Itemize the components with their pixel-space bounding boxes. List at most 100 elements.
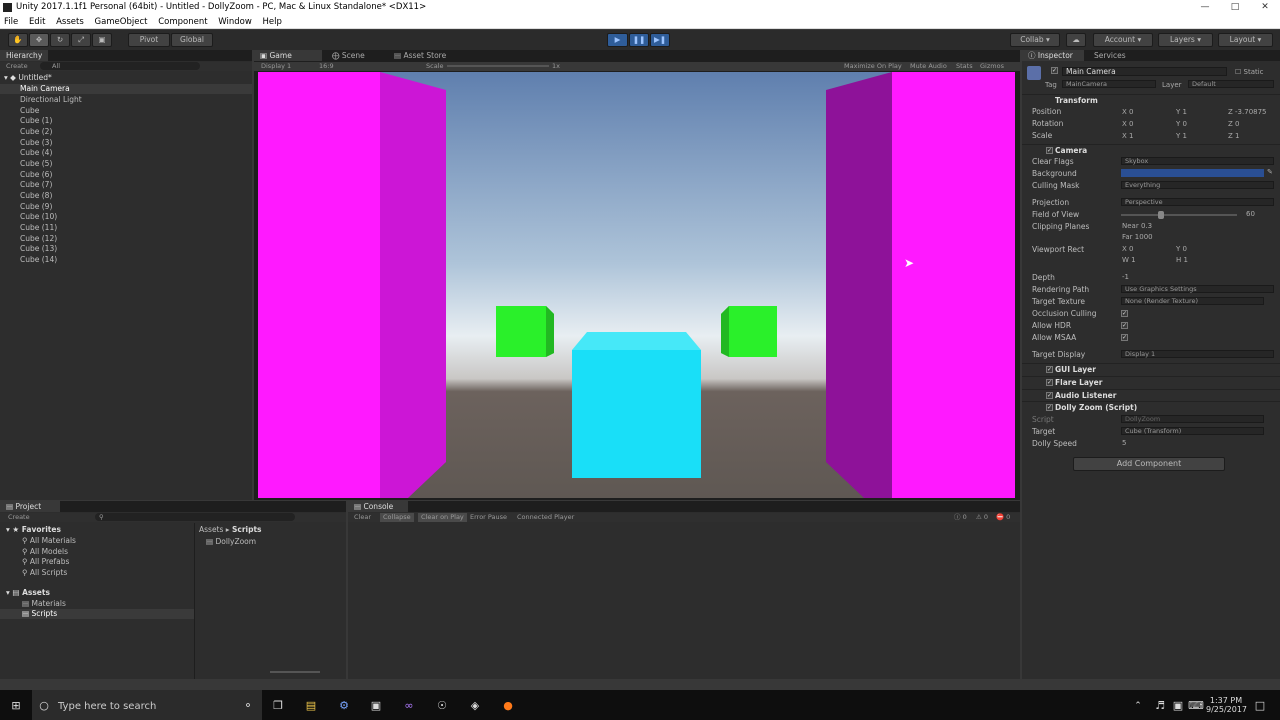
dolly-speed-field[interactable]: 5: [1122, 439, 1126, 447]
game-viewport[interactable]: ➤: [258, 72, 1015, 498]
rot-x-field[interactable]: X 0: [1122, 120, 1134, 128]
gizmos-dropdown[interactable]: Gizmos: [980, 62, 1004, 71]
dolly-zoom-checkbox[interactable]: ✓: [1046, 404, 1053, 411]
pos-z-field[interactable]: Z -3.70875: [1228, 108, 1267, 116]
console-clear-button[interactable]: Clear: [354, 513, 371, 522]
camera-header[interactable]: Camera: [1022, 144, 1280, 156]
collab-button[interactable]: Collab ▾: [1010, 33, 1060, 47]
static-toggle[interactable]: ☐ Static: [1235, 68, 1264, 76]
fov-slider[interactable]: [1121, 214, 1237, 216]
hierarchy-search-input[interactable]: All: [40, 62, 200, 70]
hierarchy-item-main-camera[interactable]: Main Camera: [20, 84, 70, 93]
warning-count-icon[interactable]: ⚠ 0: [976, 513, 988, 522]
add-component-button[interactable]: Add Component: [1073, 457, 1225, 471]
scl-z-field[interactable]: Z 1: [1228, 132, 1240, 140]
maximize-icon[interactable]: □: [1220, 0, 1250, 15]
dolly-zoom-header[interactable]: Dolly Zoom (Script): [1022, 401, 1280, 413]
vp-h-field[interactable]: H 1: [1176, 256, 1188, 264]
pivot-toggle[interactable]: Pivot: [128, 33, 170, 47]
vp-w-field[interactable]: W 1: [1122, 256, 1136, 264]
play-button[interactable]: ▶: [607, 33, 628, 47]
project-create-button[interactable]: Create: [8, 513, 30, 522]
minimize-icon[interactable]: —: [1190, 0, 1220, 15]
breadcrumb-assets[interactable]: Assets: [199, 525, 223, 534]
console-error-pause-toggle[interactable]: Error Pause: [470, 513, 507, 522]
hand-tool-icon[interactable]: ✋: [8, 33, 28, 47]
hierarchy-item[interactable]: Cube (4): [20, 148, 52, 157]
hierarchy-item[interactable]: Cube (6): [20, 170, 52, 179]
rendering-path-dropdown[interactable]: Use Graphics Settings: [1121, 285, 1274, 293]
menu-file[interactable]: File: [4, 17, 18, 27]
menu-assets[interactable]: Assets: [56, 17, 84, 27]
tab-console[interactable]: ▤ Console: [348, 501, 408, 512]
project-zoom-slider[interactable]: [270, 671, 320, 673]
tab-project[interactable]: ▤ Project: [0, 501, 60, 512]
close-icon[interactable]: ✕: [1250, 0, 1280, 15]
log-count-icon[interactable]: ⓘ 0: [954, 513, 967, 522]
target-display-dropdown[interactable]: Display 1: [1121, 350, 1274, 358]
task-view-icon[interactable]: ❐: [270, 698, 286, 714]
stats-toggle[interactable]: Stats: [956, 62, 973, 71]
scl-x-field[interactable]: X 1: [1122, 132, 1134, 140]
layer-dropdown[interactable]: Default: [1188, 80, 1274, 88]
hierarchy-item[interactable]: Cube (5): [20, 159, 52, 168]
scl-y-field[interactable]: Y 1: [1176, 132, 1187, 140]
menu-window[interactable]: Window: [218, 17, 252, 27]
scene-root[interactable]: ▾ ◆ Untitled*: [4, 73, 252, 83]
gui-layer-checkbox[interactable]: ✓: [1046, 366, 1053, 373]
firefox-icon[interactable]: ●: [500, 698, 516, 714]
tab-services[interactable]: Services: [1088, 50, 1132, 61]
culling-mask-dropdown[interactable]: Everything: [1121, 181, 1274, 189]
move-tool-icon[interactable]: ✥: [29, 33, 49, 47]
vp-y-field[interactable]: Y 0: [1176, 245, 1187, 253]
asset-folder-scripts[interactable]: ▤ Scripts: [22, 609, 57, 618]
project-search-input[interactable]: ⚲: [95, 513, 295, 521]
visual-studio-icon[interactable]: ∞: [401, 698, 417, 714]
console-collapse-toggle[interactable]: Collapse: [380, 513, 414, 522]
depth-field[interactable]: -1: [1122, 273, 1129, 281]
connected-player-dropdown[interactable]: Connected Player: [517, 513, 574, 522]
hierarchy-item[interactable]: Cube (3): [20, 138, 52, 147]
rotate-tool-icon[interactable]: ↻: [50, 33, 70, 47]
hierarchy-item[interactable]: Cube (7): [20, 180, 52, 189]
menu-gameobject[interactable]: GameObject: [94, 17, 147, 27]
audio-listener-checkbox[interactable]: ✓: [1046, 392, 1053, 399]
gui-layer-header[interactable]: GUI Layer: [1022, 363, 1280, 375]
eyedropper-icon[interactable]: ✎: [1267, 168, 1273, 176]
scale-slider[interactable]: [447, 65, 549, 67]
scale-tool-icon[interactable]: ⤢: [71, 33, 91, 47]
tag-dropdown[interactable]: MainCamera: [1062, 80, 1156, 88]
windows-start-icon[interactable]: ⊞: [8, 698, 24, 714]
console-clear-on-play-toggle[interactable]: Clear on Play: [418, 513, 467, 522]
rot-z-field[interactable]: Z 0: [1228, 120, 1240, 128]
people-icon[interactable]: ⌃: [1130, 698, 1146, 714]
tab-game[interactable]: ▣ Game: [254, 50, 322, 61]
rot-y-field[interactable]: Y 0: [1176, 120, 1187, 128]
display-dropdown[interactable]: Display 1: [261, 62, 291, 71]
asset-folder[interactable]: ▤ Materials: [22, 599, 66, 608]
mute-audio-toggle[interactable]: Mute Audio: [910, 62, 947, 71]
clock[interactable]: 1:37 PM 9/25/2017: [1206, 696, 1247, 714]
fav-item[interactable]: ⚲ All Prefabs: [22, 557, 69, 566]
pos-x-field[interactable]: X 0: [1122, 108, 1134, 116]
background-color-swatch[interactable]: [1121, 169, 1264, 177]
clear-flags-dropdown[interactable]: Skybox: [1121, 157, 1274, 165]
menu-help[interactable]: Help: [262, 17, 281, 27]
target-texture-field[interactable]: None (Render Texture): [1121, 297, 1264, 305]
pos-y-field[interactable]: Y 1: [1176, 108, 1187, 116]
layout-dropdown[interactable]: Layout ▾: [1218, 33, 1273, 47]
chrome-icon[interactable]: ☉: [434, 698, 450, 714]
network-icon[interactable]: ▣: [1170, 698, 1186, 714]
hierarchy-item[interactable]: Cube: [20, 106, 39, 115]
flare-layer-header[interactable]: Flare Layer: [1022, 376, 1280, 388]
far-field[interactable]: Far 1000: [1122, 233, 1153, 241]
microphone-icon[interactable]: ⚬: [240, 698, 256, 714]
step-button[interactable]: ▶❚: [650, 33, 670, 47]
keyboard-icon[interactable]: ⌨: [1188, 698, 1204, 714]
hierarchy-item[interactable]: Cube (10): [20, 212, 57, 221]
hierarchy-item[interactable]: Directional Light: [20, 95, 82, 104]
menu-component[interactable]: Component: [158, 17, 207, 27]
script-file[interactable]: ▤ DollyZoom: [206, 537, 256, 546]
cloud-icon[interactable]: ☁: [1066, 33, 1086, 47]
steam-icon[interactable]: ⚙: [336, 698, 352, 714]
